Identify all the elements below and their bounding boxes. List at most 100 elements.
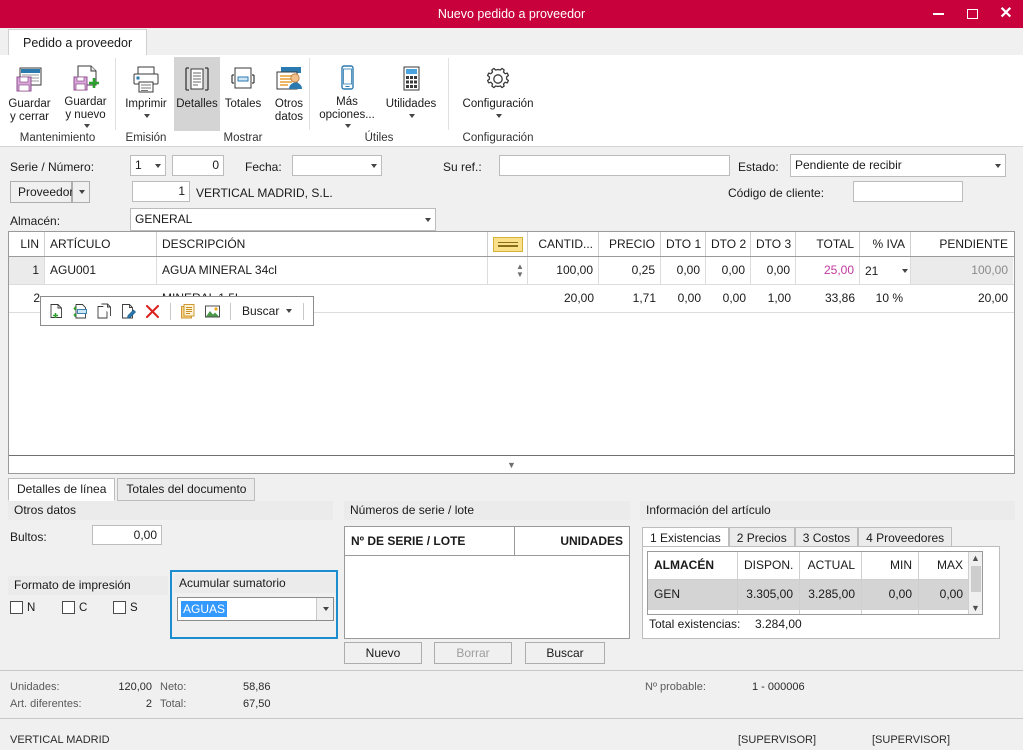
delete-line-icon[interactable]	[143, 302, 162, 321]
cell-dto2[interactable]: 0,00	[706, 257, 751, 284]
grid-header-dto3[interactable]: DTO 3	[751, 232, 796, 256]
cell-dto3[interactable]: 1,00	[751, 285, 796, 312]
checkbox-s[interactable]: S	[113, 601, 138, 614]
estado-select[interactable]: Pendiente de recibir	[790, 154, 1006, 177]
row-spinner[interactable]: ▲ ▼	[513, 257, 528, 284]
cell-total[interactable]: 25,00	[796, 257, 860, 284]
grid-header-dto2[interactable]: DTO 2	[706, 232, 751, 256]
document-tab[interactable]: Pedido a proveedor	[8, 29, 148, 55]
ribbon-button-caret[interactable]	[82, 122, 90, 131]
image-icon[interactable]	[203, 302, 222, 321]
ribbon-button-imprimir[interactable]: Imprimir	[117, 57, 175, 131]
cell-dto3[interactable]: 0,00	[751, 257, 796, 284]
grid-header-total[interactable]: TOTAL	[796, 232, 860, 256]
grid-header-precio[interactable]: PRECIO	[599, 232, 661, 256]
line-search-button[interactable]: Buscar	[239, 304, 295, 318]
ribbon-button-totales[interactable]: Totales	[220, 57, 266, 131]
grid-header-lin[interactable]: LIN	[9, 232, 45, 256]
ribbon-button-detalles[interactable]: Detalles	[174, 57, 220, 131]
ribbon-button-otros-datos[interactable]: Otros datos	[266, 57, 312, 131]
almacen-select[interactable]: GENERAL	[130, 208, 436, 231]
cell-precio[interactable]: 1,71	[599, 285, 661, 312]
grid-header-memo[interactable]	[488, 232, 528, 256]
close-button[interactable]: ✕	[989, 0, 1023, 28]
bultos-label: Bultos:	[10, 530, 47, 544]
ribbon-button-caret[interactable]	[142, 111, 150, 121]
serie-lote-nuevo-button[interactable]: Nuevo	[344, 642, 422, 664]
proveedor-dropdown-button[interactable]	[72, 181, 90, 203]
maximize-button[interactable]	[955, 0, 989, 28]
gear-icon	[483, 60, 513, 98]
cell-dto2[interactable]: 0,00	[706, 285, 751, 312]
grid-header-iva[interactable]: % IVA	[860, 232, 911, 256]
copy-line-icon[interactable]	[95, 302, 114, 321]
proveedor-button[interactable]: Proveedor:	[10, 181, 77, 203]
new-line-icon[interactable]	[47, 302, 66, 321]
chevron-down-icon[interactable]	[316, 598, 333, 620]
grid-header-articulo[interactable]: ARTÍCULO	[45, 232, 157, 256]
cell-precio[interactable]: 0,25	[599, 257, 661, 284]
checkbox-c[interactable]: C	[62, 601, 87, 614]
fecha-datepicker[interactable]	[292, 155, 382, 176]
insert-line-icon[interactable]	[71, 302, 90, 321]
ribbon-button-label: Guardar y nuevo	[64, 95, 107, 121]
grid-expand-button[interactable]: ▼	[9, 455, 1014, 473]
cell-iva[interactable]: 21	[860, 257, 911, 284]
scrollbar-thumb[interactable]	[971, 566, 981, 592]
cell-cantidad[interactable]: 20,00	[528, 285, 599, 312]
cell-articulo[interactable]: AGU001	[45, 257, 157, 284]
acumular-sumatorio-combo[interactable]: AGUAS	[177, 597, 334, 621]
tab-detalles-de-linea[interactable]: Detalles de línea	[8, 478, 116, 501]
cell-descripcion[interactable]: AGUA MINERAL 34cl	[157, 257, 488, 284]
chevron-down-icon	[79, 190, 85, 194]
serie-select[interactable]: 1	[130, 155, 166, 176]
grid-header-cantidad[interactable]: CANTID...	[528, 232, 599, 256]
checkbox-n[interactable]: N	[10, 601, 35, 614]
serie-lote-buscar-button[interactable]: Buscar	[525, 642, 605, 664]
neto-value: 58,86	[243, 681, 271, 693]
ribbon-button-guardar-y-nuevo[interactable]: Guardar y nuevo	[58, 57, 114, 131]
notes-icon[interactable]	[179, 302, 198, 321]
toolbar-separator	[170, 302, 171, 320]
numero-input[interactable]: 0	[172, 155, 224, 176]
serie-lote-borrar-button[interactable]: Borrar	[434, 642, 512, 664]
table-row[interactable]: TIE - 1,00 - 1,00 0,00 0,00	[648, 610, 982, 614]
ribbon-button-caret[interactable]	[343, 122, 351, 131]
chevron-down-icon[interactable]: ▼	[971, 602, 980, 614]
ribbon-button-guardar-y-cerrar[interactable]: Guardar y cerrar	[2, 57, 58, 131]
cell-actual: 3.285,00	[800, 580, 862, 610]
codigo-cliente-input[interactable]	[853, 181, 963, 202]
maximize-icon	[966, 9, 978, 19]
existencias-table[interactable]: ALMACÉN DISPON. ACTUAL MIN MAX GEN 3.305…	[647, 551, 983, 615]
grid-header-pendiente[interactable]: PENDIENTE	[911, 232, 1013, 256]
table-row[interactable]: 1 AGU001 AGUA MINERAL 34cl ▲ ▼ 100,00 0,2…	[9, 257, 1014, 285]
ribbon-button-mas-opciones[interactable]: Más opciones...	[315, 57, 379, 131]
checkbox-label: S	[130, 601, 138, 614]
user-supervisor-2: [SUPERVISOR]	[872, 734, 951, 746]
cell-iva[interactable]: 10 %	[860, 285, 911, 312]
cell-total[interactable]: 33,86	[796, 285, 860, 312]
proveedor-code-input[interactable]: 1	[132, 181, 190, 202]
cell-cantidad[interactable]: 100,00	[528, 257, 599, 284]
edit-line-icon[interactable]	[119, 302, 138, 321]
serie-lote-table[interactable]: Nº DE SERIE / LOTE UNIDADES	[344, 526, 630, 639]
ribbon-button-caret[interactable]	[407, 111, 415, 121]
table-row[interactable]: GEN 3.305,00 3.285,00 0,00 0,00	[648, 580, 982, 610]
chevron-up-icon[interactable]: ▲	[971, 552, 980, 564]
ribbon-button-caret[interactable]	[494, 111, 502, 121]
chevron-down-icon[interactable]	[902, 268, 908, 273]
grid-header-descripcion[interactable]: DESCRIPCIÓN	[157, 232, 488, 256]
total-value: 67,50	[243, 698, 271, 710]
chevron-down-icon[interactable]	[286, 309, 293, 313]
ribbon-button-label: Detalles	[176, 98, 218, 110]
ribbon-button-utilidades[interactable]: Utilidades	[379, 57, 443, 131]
ribbon-button-configuracion[interactable]: Configuración	[452, 57, 544, 131]
cell-dto1[interactable]: 0,00	[661, 257, 706, 284]
minimize-button[interactable]	[921, 0, 955, 28]
grid-header-dto1[interactable]: DTO 1	[661, 232, 706, 256]
tab-totales-del-documento[interactable]: Totales del documento	[117, 478, 256, 501]
bultos-input[interactable]: 0,00	[92, 525, 162, 545]
existencias-scrollbar[interactable]: ▲ ▼	[968, 552, 982, 614]
cell-dto1[interactable]: 0,00	[661, 285, 706, 312]
su-ref-input[interactable]	[499, 155, 730, 176]
